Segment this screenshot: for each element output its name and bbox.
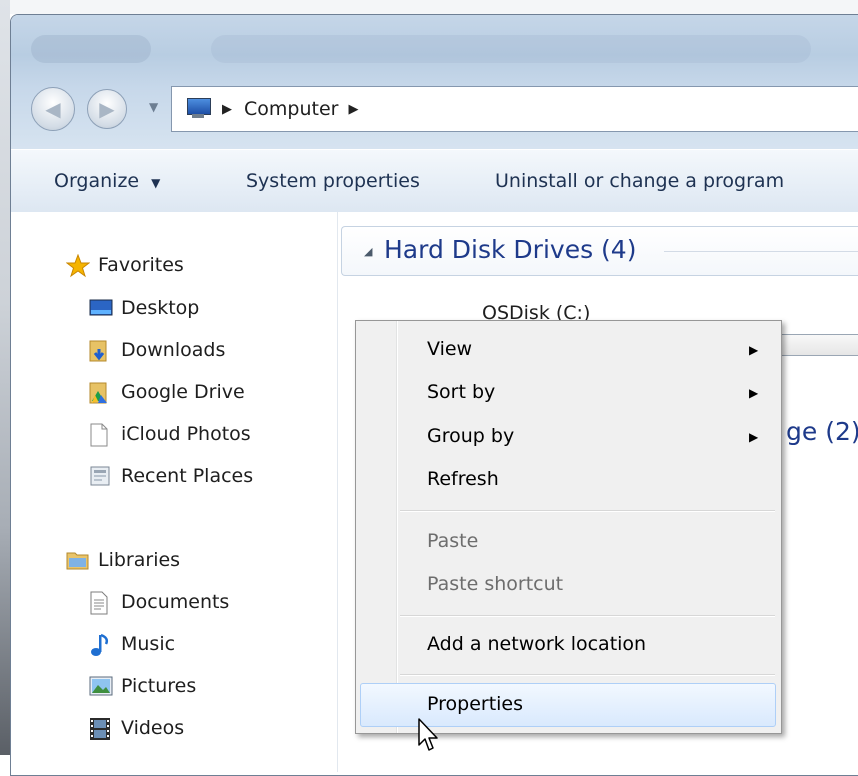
menu-item-paste[interactable]: Paste — [427, 530, 478, 552]
menu-item-view[interactable]: View — [427, 338, 472, 360]
nav-item-music[interactable]: Music — [89, 633, 175, 656]
title-bar: ◀ ▶ ▼ ▶ Computer ▶ — [11, 15, 858, 149]
menu-item-add-network-location[interactable]: Add a network location — [427, 633, 646, 655]
downloads-folder-icon — [89, 339, 111, 362]
nav-favorites[interactable]: Favorites — [65, 253, 184, 278]
navigation-pane: Favorites Desktop Downloads Google Drive… — [11, 212, 338, 772]
music-note-icon — [89, 633, 111, 656]
address-bar[interactable]: ▶ Computer ▶ — [171, 86, 858, 132]
nav-item-icloud-photos[interactable]: iCloud Photos — [89, 423, 251, 447]
command-bar: Organize ▼ System properties Uninstall o… — [11, 149, 858, 213]
uninstall-program-button[interactable]: Uninstall or change a program — [495, 170, 784, 192]
submenu-arrow-icon: ▶ — [749, 430, 759, 444]
submenu-arrow-icon: ▶ — [749, 386, 759, 400]
menu-item-refresh[interactable]: Refresh — [427, 468, 499, 490]
nav-item-desktop[interactable]: Desktop — [89, 297, 199, 319]
blank-file-icon — [89, 423, 111, 447]
menu-item-properties[interactable]: Properties — [427, 693, 523, 715]
film-icon — [89, 717, 111, 740]
recent-pages-dropdown-icon[interactable]: ▼ — [149, 100, 158, 114]
menu-separator — [400, 615, 775, 617]
back-button[interactable]: ◀ — [31, 87, 75, 131]
nav-item-google-drive[interactable]: Google Drive — [89, 381, 245, 404]
forward-button[interactable]: ▶ — [87, 89, 127, 129]
breadcrumb-separator-icon[interactable]: ▶ — [348, 102, 358, 117]
pictures-icon — [89, 675, 113, 697]
group-title-partial[interactable]: ge (2) — [786, 417, 858, 446]
nav-item-recent-places[interactable]: Recent Places — [89, 465, 253, 487]
group-title: Hard Disk Drives (4) — [384, 235, 637, 264]
star-icon — [65, 253, 91, 278]
desktop-background-top — [0, 0, 858, 14]
nav-item-documents[interactable]: Documents — [89, 591, 229, 615]
submenu-arrow-icon: ▶ — [749, 343, 759, 357]
menu-separator — [400, 510, 775, 512]
desktop-background-left — [0, 0, 10, 755]
menu-item-group-by[interactable]: Group by — [427, 425, 514, 447]
documents-icon — [89, 591, 111, 615]
forward-arrow-icon: ▶ — [99, 97, 115, 121]
back-arrow-icon: ◀ — [45, 97, 61, 121]
context-menu: View ▶ Sort by ▶ Group by ▶ Refresh Past… — [355, 320, 782, 734]
menu-item-sort-by[interactable]: Sort by — [427, 381, 495, 403]
mouse-cursor-icon — [418, 718, 438, 751]
recent-places-icon — [89, 465, 111, 487]
breadcrumb-separator-icon[interactable]: ▶ — [222, 102, 232, 117]
system-properties-button[interactable]: System properties — [246, 170, 420, 192]
libraries-folder-icon — [66, 549, 89, 571]
nav-item-pictures[interactable]: Pictures — [89, 675, 196, 697]
computer-icon — [184, 98, 212, 120]
breadcrumb-computer[interactable]: Computer — [244, 98, 338, 120]
collapse-triangle-icon[interactable]: ◢ — [364, 245, 372, 258]
menu-separator — [400, 674, 775, 676]
menu-icon-gutter — [356, 321, 397, 733]
nav-item-videos[interactable]: Videos — [89, 717, 184, 740]
group-header-hard-disk-drives[interactable]: ◢ Hard Disk Drives (4) — [341, 226, 858, 276]
group-divider — [664, 251, 858, 252]
nav-libraries[interactable]: Libraries — [66, 549, 180, 571]
desktop-icon — [89, 297, 113, 319]
menu-item-paste-shortcut[interactable]: Paste shortcut — [427, 573, 563, 595]
nav-item-downloads[interactable]: Downloads — [89, 339, 225, 362]
chevron-down-icon: ▼ — [151, 176, 161, 190]
organize-button[interactable]: Organize ▼ — [54, 170, 160, 192]
google-drive-folder-icon — [89, 381, 111, 404]
